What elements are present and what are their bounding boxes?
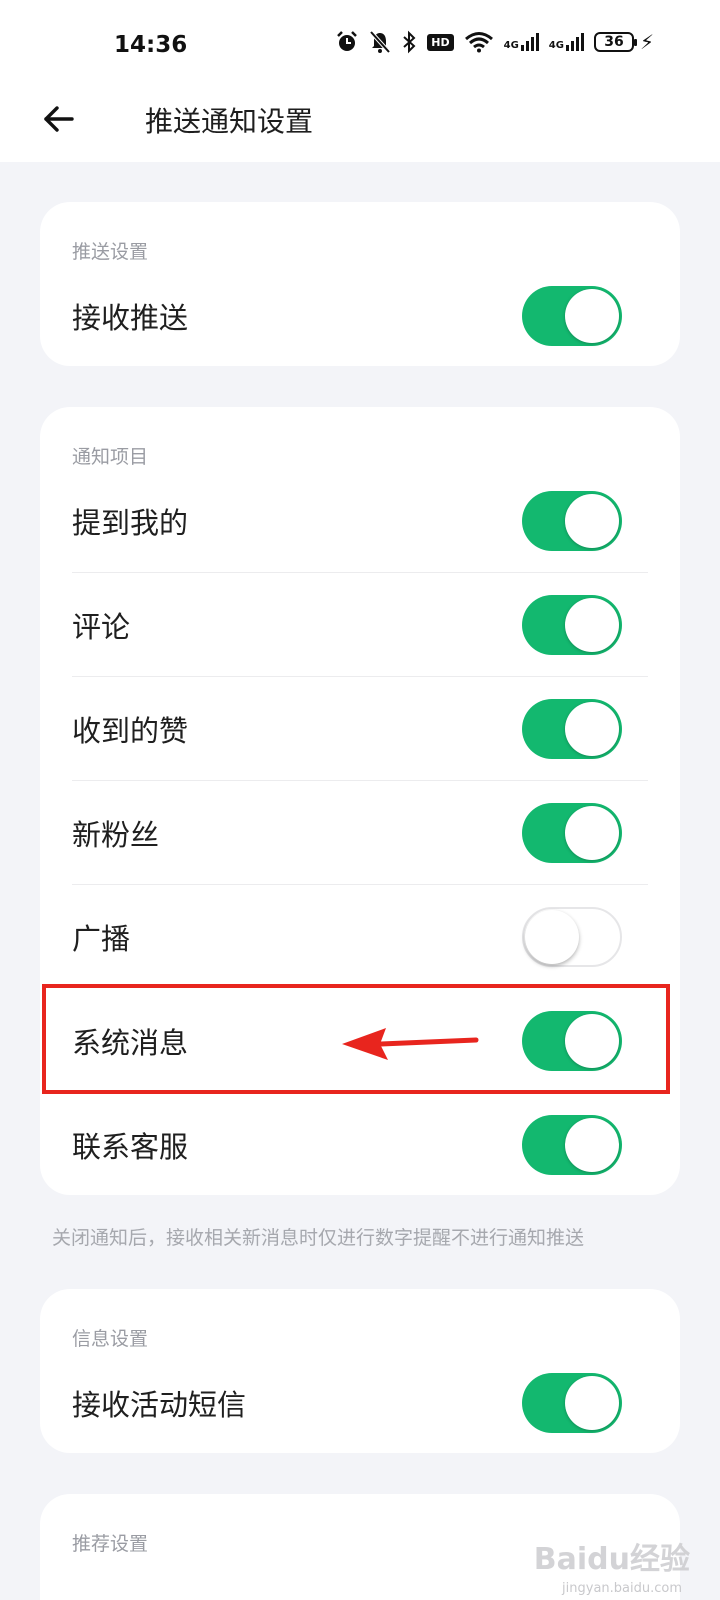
status-bar: 14:36 HD 4G 4G 36 ⚡ xyxy=(0,0,720,88)
status-icons: HD 4G 4G 36 ⚡ xyxy=(335,30,654,54)
hd-icon: HD xyxy=(427,33,454,51)
setting-row-broadcast[interactable]: 广播 xyxy=(40,885,680,989)
setting-row-activity-sms[interactable]: 接收活动短信 xyxy=(40,1351,680,1455)
setting-label: 新粉丝 xyxy=(72,818,160,852)
footnote: 关闭通知后，接收相关新消息时仅进行数字提醒不进行通知推送 xyxy=(52,1227,585,1249)
setting-label: 评论 xyxy=(72,610,131,644)
setting-label: 广播 xyxy=(72,922,131,956)
likes-toggle[interactable] xyxy=(522,699,622,759)
mute-bell-icon xyxy=(369,30,391,54)
new-followers-toggle[interactable] xyxy=(522,803,622,863)
broadcast-toggle[interactable] xyxy=(522,907,622,967)
setting-label: 接收推送 xyxy=(72,301,189,335)
setting-row-mentions[interactable]: 提到我的 xyxy=(40,469,680,573)
back-button[interactable] xyxy=(34,94,84,144)
setting-row-receive-push[interactable]: 接收推送 xyxy=(40,264,680,368)
battery-level: 36 xyxy=(604,34,624,50)
comments-toggle[interactable] xyxy=(522,595,622,655)
watermark-logo: Baidu经验 xyxy=(533,1542,690,1577)
annotation-arrow-icon xyxy=(342,1028,479,1060)
setting-label: 收到的赞 xyxy=(72,714,189,748)
bluetooth-icon xyxy=(401,30,417,54)
charging-icon: ⚡ xyxy=(639,30,654,54)
signal-1-label: 4G xyxy=(503,40,519,51)
push-settings-card: 推送设置 接收推送 xyxy=(40,202,680,366)
section-label: 信息设置 xyxy=(72,1328,149,1350)
setting-label: 接收活动短信 xyxy=(72,1388,247,1422)
back-arrow-icon xyxy=(44,106,74,132)
battery-icon: 36 xyxy=(593,32,637,52)
customer-service-toggle[interactable] xyxy=(522,1115,622,1175)
section-label: 推送设置 xyxy=(72,241,149,263)
setting-row-comments[interactable]: 评论 xyxy=(40,573,680,677)
setting-row-customer-service[interactable]: 联系客服 xyxy=(40,1093,680,1197)
toggle-knob xyxy=(565,494,619,548)
alarm-icon xyxy=(335,30,359,54)
activity-sms-toggle[interactable] xyxy=(522,1373,622,1433)
section-label: 通知项目 xyxy=(72,446,149,468)
message-settings-card: 信息设置 接收活动短信 xyxy=(40,1289,680,1453)
setting-label: 联系客服 xyxy=(72,1130,189,1164)
toggle-knob xyxy=(565,1376,619,1430)
signal-4g-icon: 4G xyxy=(549,33,584,51)
toggle-knob xyxy=(565,702,619,756)
receive-push-toggle[interactable] xyxy=(522,286,622,346)
toggle-knob xyxy=(565,806,619,860)
app-header: 推送通知设置 xyxy=(0,88,720,162)
status-time: 14:36 xyxy=(114,32,188,58)
section-label: 推荐设置 xyxy=(72,1533,149,1555)
toggle-knob xyxy=(565,1118,619,1172)
toggle-knob xyxy=(525,910,579,964)
wifi-icon xyxy=(464,31,494,53)
setting-row-new-followers[interactable]: 新粉丝 xyxy=(40,781,680,885)
signal-4g-icon: 4G xyxy=(504,33,539,51)
mentions-toggle[interactable] xyxy=(522,491,622,551)
setting-label: 提到我的 xyxy=(72,506,189,540)
signal-2-label: 4G xyxy=(548,40,564,51)
page-title: 推送通知设置 xyxy=(145,105,314,138)
watermark-url: jingyan.baidu.com xyxy=(562,1581,682,1596)
toggle-knob xyxy=(565,598,619,652)
toggle-knob xyxy=(565,289,619,343)
setting-row-likes[interactable]: 收到的赞 xyxy=(40,677,680,781)
